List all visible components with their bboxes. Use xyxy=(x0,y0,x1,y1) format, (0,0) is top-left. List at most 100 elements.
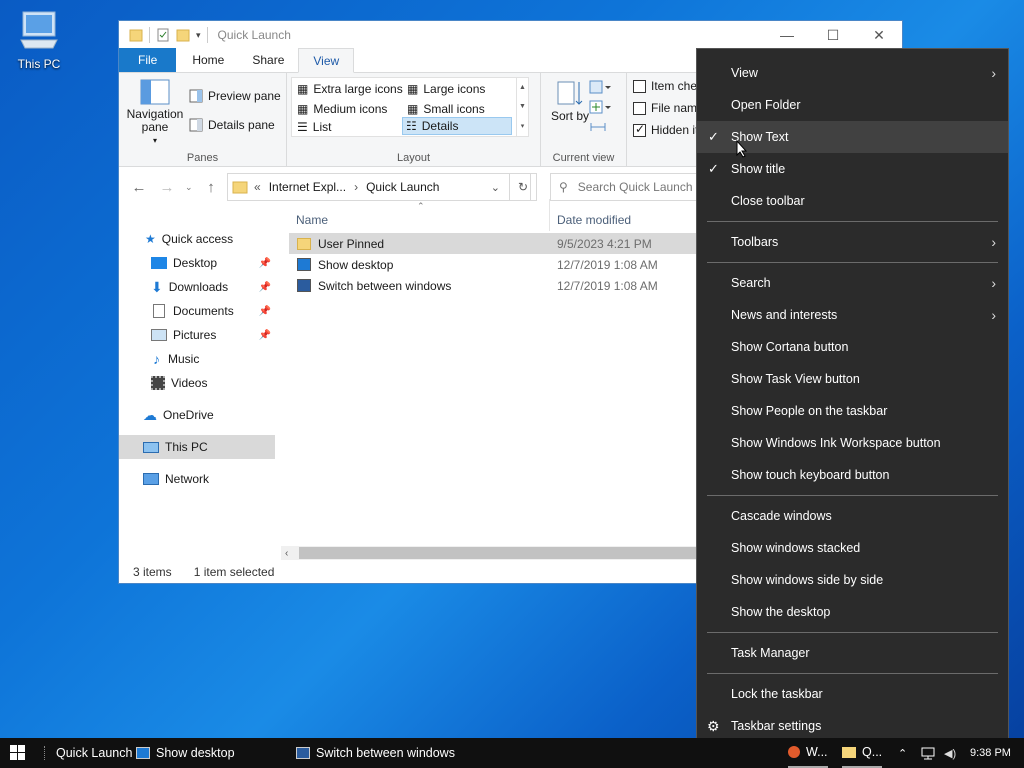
column-name[interactable]: Name xyxy=(296,213,328,227)
minimize-button[interactable]: — xyxy=(764,21,810,49)
menu-item-show-task-view[interactable]: Show Task View button xyxy=(697,363,1008,395)
network-tray-icon[interactable] xyxy=(920,738,936,768)
preview-pane-icon xyxy=(189,89,203,103)
menu-item-show-people[interactable]: Show People on the taskbar xyxy=(697,395,1008,427)
menu-item-open-folder[interactable]: Open Folder xyxy=(697,89,1008,121)
add-columns-icon[interactable] xyxy=(589,99,611,115)
nav-desktop[interactable]: Desktop 📌 xyxy=(119,251,275,275)
layout-medium-icons[interactable]: ▦ Medium icons xyxy=(294,100,390,118)
layout-details[interactable]: ☷ Details xyxy=(402,117,512,135)
quick-launch-toolbar-title[interactable]: Quick Launch xyxy=(56,738,132,768)
navigation-pane-icon xyxy=(140,79,170,105)
tray-overflow-icon[interactable]: ⌃ xyxy=(898,738,907,768)
title-bar: ▾ Quick Launch — ☐ ✕ xyxy=(119,21,902,49)
tab-view[interactable]: View xyxy=(298,48,355,73)
preview-pane-button[interactable]: Preview pane xyxy=(189,89,281,103)
menu-item-show-cortana[interactable]: Show Cortana button xyxy=(697,331,1008,363)
nav-music[interactable]: ♪ Music xyxy=(119,347,275,371)
details-pane-button[interactable]: Details pane xyxy=(189,118,275,132)
menu-item-toolbars[interactable]: Toolbars › xyxy=(697,226,1008,258)
nav-pictures[interactable]: Pictures 📌 xyxy=(119,323,275,347)
nav-documents[interactable]: Documents 📌 xyxy=(119,299,275,323)
file-name: Show desktop xyxy=(318,257,394,272)
new-folder-icon[interactable] xyxy=(176,28,190,42)
tab-home[interactable]: Home xyxy=(178,48,238,72)
tab-share[interactable]: Share xyxy=(238,48,298,72)
sort-ascending-icon: ⌃ xyxy=(417,201,425,211)
layout-small-icons[interactable]: ▦ Small icons xyxy=(404,100,488,118)
menu-item-side-by-side[interactable]: Show windows side by side xyxy=(697,564,1008,596)
start-button[interactable] xyxy=(10,738,26,768)
address-bar[interactable]: « Internet Expl... › Quick Launch ⌄ xyxy=(227,173,531,201)
file-name-extensions-toggle[interactable]: File name xyxy=(633,101,704,115)
size-columns-icon[interactable] xyxy=(589,119,611,135)
group-by-icon[interactable] xyxy=(589,79,611,95)
menu-item-search[interactable]: Search › xyxy=(697,267,1008,299)
network-icon xyxy=(143,473,159,485)
address-history-icon[interactable]: ⌄ xyxy=(491,181,500,194)
checkbox[interactable] xyxy=(633,101,646,115)
nav-network[interactable]: Network xyxy=(119,467,275,491)
nav-quick-access[interactable]: ★ Quick access xyxy=(119,227,275,251)
maximize-button[interactable]: ☐ xyxy=(810,21,856,49)
nav-videos[interactable]: Videos xyxy=(119,371,275,395)
show-desktop-icon xyxy=(136,747,150,759)
breadcrumb-segment[interactable]: Internet Expl... xyxy=(269,180,346,194)
up-button[interactable]: ↑ xyxy=(199,179,223,196)
menu-item-view[interactable]: View › xyxy=(697,57,1008,89)
nav-onedrive[interactable]: ☁ OneDrive xyxy=(119,403,275,427)
clock-time: 9:38 PM xyxy=(970,747,1011,759)
recent-locations-icon[interactable]: ⌄ xyxy=(185,182,193,193)
breadcrumb-current[interactable]: Quick Launch xyxy=(366,180,439,194)
sort-by-button[interactable]: Sort by xyxy=(551,79,589,123)
menu-item-show-ink-workspace[interactable]: Show Windows Ink Workspace button xyxy=(697,427,1008,459)
menu-item-news-and-interests[interactable]: News and interests › xyxy=(697,299,1008,331)
close-button[interactable]: ✕ xyxy=(856,21,902,49)
tab-file[interactable]: File xyxy=(119,48,177,72)
column-date-modified[interactable]: Date modified xyxy=(557,213,631,227)
column-divider[interactable] xyxy=(549,199,550,231)
desktop-icon xyxy=(151,257,167,269)
scroll-left-icon[interactable]: ‹ xyxy=(285,548,288,559)
file-name: User Pinned xyxy=(318,236,385,251)
browser-icon xyxy=(788,746,800,758)
details-icon: ☷ xyxy=(406,119,417,133)
menu-item-close-toolbar[interactable]: Close toolbar xyxy=(697,185,1008,217)
menu-label: Lock the taskbar xyxy=(731,687,823,701)
refresh-button[interactable]: ↻ xyxy=(509,173,537,201)
show-desktop-shortcut[interactable]: Show desktop xyxy=(136,738,235,768)
checkbox[interactable] xyxy=(633,79,646,93)
breadcrumb-separator[interactable]: › xyxy=(354,180,358,194)
navigation-pane-button[interactable]: Navigation pane ▾ xyxy=(125,79,185,147)
music-icon: ♪ xyxy=(153,351,160,367)
switch-windows-shortcut[interactable]: Switch between windows xyxy=(296,738,455,768)
nav-label: Music xyxy=(168,352,200,366)
layout-extra-large-icons[interactable]: ▦ Extra large icons xyxy=(294,80,406,98)
layout-list[interactable]: ☰ List xyxy=(294,118,334,136)
taskbar-app-1[interactable]: W... xyxy=(788,738,828,768)
taskbar-app-2[interactable]: Q... xyxy=(842,738,883,768)
hidden-items-toggle[interactable]: Hidden it xyxy=(633,122,698,137)
nav-downloads[interactable]: ⬇ Downloads 📌 xyxy=(119,275,275,299)
nav-this-pc[interactable]: This PC xyxy=(119,435,275,459)
menu-item-cascade-windows[interactable]: Cascade windows xyxy=(697,500,1008,532)
desktop-icon-this-pc[interactable]: This PC xyxy=(12,8,66,71)
forward-button[interactable]: → xyxy=(155,179,179,196)
menu-item-task-manager[interactable]: Task Manager xyxy=(697,637,1008,669)
layout-large-icons[interactable]: ▦ Large icons xyxy=(404,80,488,98)
toolbar-grip[interactable] xyxy=(44,746,46,760)
clock[interactable]: 9:38 PM xyxy=(970,738,1011,768)
menu-item-windows-stacked[interactable]: Show windows stacked xyxy=(697,532,1008,564)
volume-icon[interactable]: ◀) xyxy=(944,738,956,768)
breadcrumb-overflow[interactable]: « xyxy=(254,180,261,194)
menu-item-lock-taskbar[interactable]: Lock the taskbar xyxy=(697,678,1008,710)
layout-gallery-scroll[interactable]: ▲ ▼ ▾ xyxy=(516,78,528,136)
checkbox-checked[interactable] xyxy=(633,122,646,137)
qat-dropdown-icon[interactable]: ▾ xyxy=(196,30,201,41)
properties-icon[interactable] xyxy=(156,28,170,42)
menu-item-show-desktop[interactable]: Show the desktop xyxy=(697,596,1008,628)
menu-item-show-touch-keyboard[interactable]: Show touch keyboard button xyxy=(697,459,1008,491)
item-check-boxes-toggle[interactable]: Item chec xyxy=(633,79,703,93)
search-input[interactable]: ⚲ Search Quick Launch xyxy=(550,173,710,201)
back-button[interactable]: ← xyxy=(127,179,151,196)
